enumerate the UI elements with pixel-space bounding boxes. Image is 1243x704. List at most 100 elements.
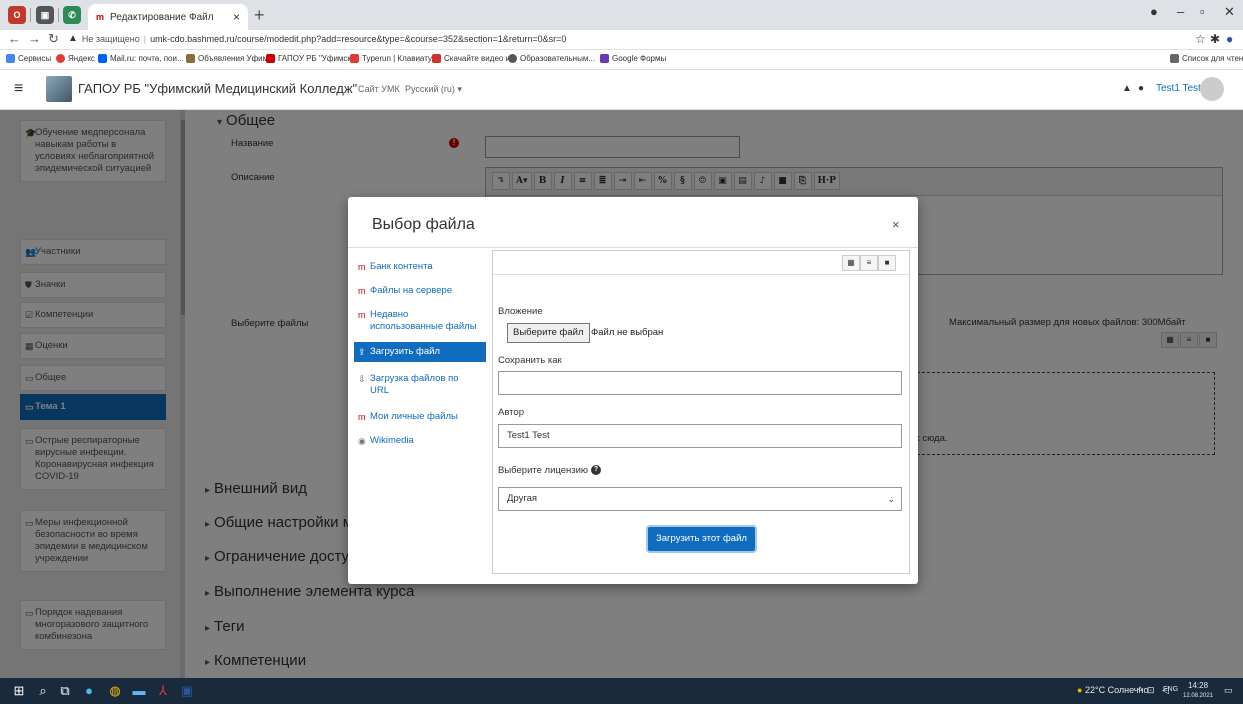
save-as-input[interactable]: [498, 371, 902, 395]
url-download-icon: ⇩: [358, 374, 366, 384]
author-input[interactable]: Test1 Test: [498, 424, 902, 448]
download-icon: [432, 54, 441, 63]
bookmark-apps[interactable]: Сервисы: [6, 54, 51, 63]
repo-server-files[interactable]: m Файлы на сервере: [354, 281, 486, 301]
close-window-icon[interactable]: ✕: [1224, 4, 1235, 20]
moodle-icon: m: [358, 412, 366, 422]
typerun-icon: [350, 54, 359, 63]
acrobat-icon[interactable]: ⅄: [154, 682, 172, 700]
bookmark-college[interactable]: ГАПОУ РБ "Уфимск...: [266, 54, 358, 63]
windows-start-icon[interactable]: ⊞: [10, 682, 28, 700]
bookmark-mailru[interactable]: Mail.ru: почта, пои...: [98, 54, 184, 63]
site-logo[interactable]: [46, 76, 72, 102]
license-select[interactable]: Другая ⌄: [498, 487, 902, 511]
file-explorer-icon[interactable]: ▬: [130, 682, 148, 700]
site-navbar: ≡ ГАПОУ РБ "Уфимский Медицинский Колледж…: [0, 70, 1243, 110]
repo-private-files[interactable]: m Мои личные файлы: [354, 407, 486, 427]
dialog-close-icon[interactable]: ×: [892, 217, 900, 232]
sun-icon: ●: [1077, 685, 1083, 695]
attachment-label: Вложение: [498, 306, 543, 317]
active-tab[interactable]: m Редактирование Файл ×: [88, 4, 248, 30]
reading-list-icon: [1170, 54, 1179, 63]
bookmark-video[interactable]: Скачайте видео и...: [432, 54, 517, 63]
bookmark-google-forms[interactable]: Google Формы: [600, 54, 666, 63]
reading-list[interactable]: Список для чтени: [1170, 54, 1243, 63]
moodle-icon: [266, 54, 275, 63]
url-text: umk-cdo.bashmed.ru/course/modedit.php?ad…: [150, 34, 567, 44]
task-view-icon[interactable]: ⧉: [56, 682, 74, 700]
menu-toggle-icon[interactable]: ≡: [14, 80, 23, 98]
yandex-icon: [56, 54, 65, 63]
security-label: Не защищено: [81, 34, 140, 44]
tray-chevron-icon[interactable]: ^: [1138, 685, 1142, 695]
wikimedia-icon: ◉: [358, 436, 366, 446]
pinned-tab-opera-icon[interactable]: O: [8, 6, 26, 24]
bookmark-edu[interactable]: Образовательным...: [508, 54, 595, 63]
choose-file-button[interactable]: Выберите файл: [507, 323, 590, 343]
notifications-icon[interactable]: ▲: [1122, 83, 1132, 94]
moodle-icon: m: [358, 310, 366, 320]
word-icon[interactable]: ▣: [178, 682, 196, 700]
bookmarks-bar: Сервисы Яндекс Mail.ru: почта, пои... Об…: [0, 50, 1243, 70]
upload-file-button[interactable]: Загрузить этот файл: [648, 527, 755, 551]
eye-icon: [508, 54, 517, 63]
pinned-tab-whatsapp-icon[interactable]: ✆: [63, 6, 81, 24]
bookmark-yandex[interactable]: Яндекс: [56, 54, 95, 63]
account-icon[interactable]: ●: [1226, 32, 1233, 46]
forms-icon: [600, 54, 609, 63]
repo-upload-file[interactable]: ⇪ Загрузить файл: [354, 342, 486, 362]
tab-close-icon[interactable]: ×: [233, 10, 240, 24]
language-menu[interactable]: Русский (ru) ▾: [405, 84, 462, 95]
forward-icon[interactable]: →: [28, 31, 41, 46]
bookmark-ads[interactable]: Объявления Уфим...: [186, 54, 275, 63]
edge-icon[interactable]: ●: [80, 682, 98, 700]
list-view-icon[interactable]: ≡: [860, 255, 878, 271]
repo-recent-files[interactable]: m Недавно использованные файлы: [354, 305, 486, 337]
repo-url-download[interactable]: ⇩ Загрузка файлов по URL: [354, 369, 486, 401]
panel-view-toggles: ▦ ≡ ■: [842, 255, 896, 271]
site-name[interactable]: ГАПОУ РБ "Уфимский Медицинский Колледж": [78, 81, 357, 96]
tab-title: Редактирование Файл: [110, 11, 214, 23]
lang-indicator[interactable]: ENG: [1163, 686, 1178, 693]
repo-wikimedia[interactable]: ◉ Wikimedia: [354, 431, 486, 451]
address-field[interactable]: ▲ Не защищено | umk-cdo.bashmed.ru/cours…: [68, 31, 566, 47]
profile-icon[interactable]: ●: [1150, 4, 1158, 19]
notifications-center-icon[interactable]: ▭: [1224, 685, 1233, 696]
extensions-icon[interactable]: ✱: [1210, 32, 1220, 46]
back-icon[interactable]: ←: [8, 31, 21, 46]
moodle-icon: m: [358, 262, 366, 272]
repo-content-bank[interactable]: m Банк контента: [354, 257, 486, 277]
no-file-text: Файл не выбран: [591, 327, 664, 338]
new-tab-button[interactable]: +: [254, 5, 265, 25]
star-icon[interactable]: ☆: [1195, 32, 1206, 46]
minimize-icon[interactable]: –: [1177, 4, 1184, 19]
clock-date: 12.08.2021: [1183, 693, 1214, 699]
restore-icon[interactable]: ▫: [1200, 4, 1205, 19]
clock-time: 14:28: [1188, 681, 1209, 690]
messages-icon[interactable]: ●: [1138, 83, 1144, 94]
folder-view-icon[interactable]: ■: [878, 255, 896, 271]
license-value: Другая: [507, 493, 538, 504]
moodle-icon: m: [358, 286, 366, 296]
bookmark-typerun[interactable]: Typerun | Клавиату...: [350, 54, 438, 63]
icon-view-icon[interactable]: ▦: [842, 255, 860, 271]
search-icon[interactable]: ⌕: [34, 682, 52, 700]
license-label-row: Выберите лицензию?: [498, 465, 602, 476]
mailru-icon: [98, 54, 107, 63]
moodle-favicon-icon: m: [96, 12, 105, 22]
reload-icon[interactable]: ↻: [48, 31, 59, 47]
help-icon[interactable]: ?: [591, 465, 602, 476]
user-menu[interactable]: Test1 Test: [1156, 83, 1201, 94]
network-icon[interactable]: ⊡: [1147, 685, 1155, 696]
pinned-tab-app-icon[interactable]: ▣: [36, 6, 54, 24]
license-label: Выберите лицензию: [498, 465, 589, 476]
chrome-icon[interactable]: ◍: [106, 682, 124, 700]
apps-grid-icon: [6, 54, 15, 63]
file-picker-dialog: Выбор файла × m Банк контента m Файлы на с…: [348, 197, 918, 584]
avatar[interactable]: [1200, 77, 1224, 101]
nav-link-site[interactable]: Сайт УМК: [358, 84, 400, 94]
taskbar-clock[interactable]: 14:28 12.08.2021: [1183, 681, 1213, 701]
windows-taskbar: ⊞ ⌕ ⧉ ● ◍ ▬ ⅄ ▣ ● 22°C Солнечно ^ ⊡ ◁ EN…: [0, 678, 1243, 704]
browser-tab-bar: O ▣ ✆ m Редактирование Файл × + ● – ▫ ✕: [0, 0, 1243, 30]
building-icon: [186, 54, 195, 63]
